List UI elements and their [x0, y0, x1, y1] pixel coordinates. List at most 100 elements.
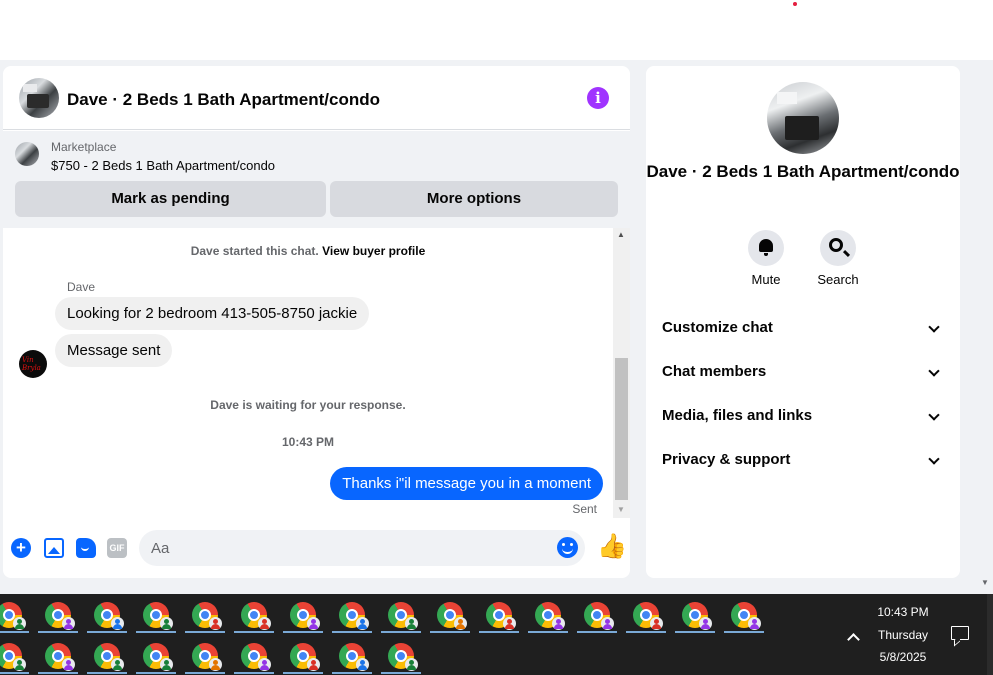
message-timestamp: 10:43 PM — [281, 435, 335, 449]
chrome-profile-icon[interactable] — [94, 602, 124, 630]
taskbar-active-indicator — [430, 631, 470, 633]
chrome-profile-icon[interactable] — [584, 602, 614, 630]
chrome-profile-icon[interactable] — [241, 602, 271, 630]
section-media-files-links[interactable]: Media, files and links — [662, 394, 944, 438]
info-icon[interactable]: i — [587, 87, 609, 109]
chat-started-text: Dave started this chat. — [190, 244, 319, 258]
chrome-profile-icon[interactable] — [45, 602, 75, 630]
more-options-button[interactable]: More options — [330, 181, 618, 217]
chat-header: Dave · 2 Beds 1 Bath Apartment/condo i — [3, 66, 630, 130]
taskbar-active-indicator — [0, 672, 29, 674]
chrome-profile-icon[interactable] — [290, 602, 320, 630]
search-label: Search — [817, 272, 859, 287]
chat-title[interactable]: Dave · 2 Beds 1 Bath Apartment/condo — [67, 90, 380, 110]
chrome-profile-icon[interactable] — [437, 602, 467, 630]
taskbar-time[interactable]: 10:43 PM — [868, 605, 938, 619]
chat-started-notice: Dave started this chat. View buyer profi… — [3, 244, 613, 258]
message-input[interactable] — [139, 530, 585, 566]
view-buyer-profile-link[interactable]: View buyer profile — [322, 244, 425, 258]
chevron-down-icon — [928, 321, 940, 333]
chrome-profile-icon[interactable] — [339, 643, 369, 671]
dave-avatar-text: Vin Bryla — [22, 356, 41, 372]
show-desktop-button[interactable] — [987, 594, 993, 675]
taskbar-active-indicator — [38, 672, 78, 674]
section-label: Privacy & support — [662, 451, 791, 468]
incoming-message[interactable]: Message sent — [55, 334, 173, 367]
taskbar-active-indicator — [234, 672, 274, 674]
chrome-profile-icon[interactable] — [192, 602, 222, 630]
chrome-profile-icon[interactable] — [633, 602, 663, 630]
chevron-down-icon — [928, 365, 940, 377]
sticker-icon[interactable] — [76, 538, 96, 558]
dave-avatar[interactable]: Vin Bryla — [19, 350, 47, 378]
thumbs-up-icon[interactable]: 👍 — [597, 534, 627, 560]
chrome-profile-icon[interactable] — [731, 602, 761, 630]
outgoing-message[interactable]: Thanks i"il message you in a moment — [330, 467, 603, 500]
mute-label: Mute — [751, 272, 781, 287]
chrome-profile-icon[interactable] — [388, 602, 418, 630]
emoji-icon[interactable] — [557, 537, 578, 558]
action-center-icon[interactable] — [951, 626, 969, 640]
search-button[interactable] — [820, 230, 856, 266]
plus-icon[interactable]: + — [11, 538, 31, 558]
section-label: Media, files and links — [662, 407, 813, 424]
marketplace-banner: Marketplace $750 - 2 Beds 1 Bath Apartme… — [3, 131, 630, 228]
listing-thumbnail[interactable] — [15, 142, 39, 166]
chrome-profile-icon[interactable] — [192, 643, 222, 671]
taskbar-active-indicator — [185, 672, 225, 674]
taskbar-active-indicator — [332, 631, 372, 633]
mute-button[interactable] — [748, 230, 784, 266]
chrome-profile-icon[interactable] — [339, 602, 369, 630]
message-composer: + GIF 👍 — [3, 526, 630, 570]
chrome-profile-icon[interactable] — [682, 602, 712, 630]
chrome-profile-icon[interactable] — [241, 643, 271, 671]
mark-as-pending-button[interactable]: Mark as pending — [15, 181, 326, 217]
attach-image-icon[interactable] — [44, 538, 64, 558]
notification-dot — [793, 2, 797, 6]
gif-icon[interactable]: GIF — [107, 538, 127, 558]
taskbar-active-indicator — [283, 672, 323, 674]
listing-title[interactable]: $750 - 2 Beds 1 Bath Apartment/condo — [51, 158, 275, 173]
listing-photo[interactable] — [767, 82, 839, 154]
section-privacy-support[interactable]: Privacy & support — [662, 438, 944, 482]
taskbar-active-indicator — [136, 672, 176, 674]
chrome-profile-icon[interactable] — [143, 643, 173, 671]
chrome-profile-icon[interactable] — [0, 643, 26, 671]
sender-name: Dave — [67, 280, 96, 294]
chrome-profile-icon[interactable] — [94, 643, 124, 671]
chrome-profile-icon[interactable] — [143, 602, 173, 630]
listing-avatar[interactable] — [19, 78, 59, 118]
chrome-profile-icon[interactable] — [290, 643, 320, 671]
chevron-down-icon — [928, 409, 940, 421]
message-scrollbar[interactable]: ▲ ▼ — [613, 228, 630, 518]
taskbar-active-indicator — [381, 631, 421, 633]
chat-details-panel: Dave · 2 Beds 1 Bath Apartment/condo Mut… — [646, 66, 960, 578]
chrome-profile-icon[interactable] — [535, 602, 565, 630]
search-icon — [829, 238, 843, 252]
section-chat-members[interactable]: Chat members — [662, 350, 944, 394]
taskbar-date[interactable]: 5/8/2025 — [868, 650, 938, 664]
details-title: Dave · 2 Beds 1 Bath Apartment/condo — [646, 162, 960, 181]
chevron-down-icon — [928, 453, 940, 465]
section-label: Chat members — [662, 363, 767, 380]
chrome-profile-icon[interactable] — [388, 643, 418, 671]
chrome-profile-icon[interactable] — [0, 602, 26, 630]
taskbar-active-indicator — [136, 631, 176, 633]
message-list: Dave started this chat. View buyer profi… — [3, 228, 613, 518]
marketplace-label: Marketplace — [51, 140, 117, 154]
scroll-up-arrow[interactable]: ▲ — [617, 230, 625, 239]
scrollbar-thumb[interactable] — [615, 358, 628, 500]
taskbar-active-indicator — [626, 631, 666, 633]
taskbar-active-indicator — [283, 631, 323, 633]
taskbar-active-indicator — [87, 631, 127, 633]
chrome-profile-icon[interactable] — [45, 643, 75, 671]
section-customize-chat[interactable]: Customize chat — [662, 306, 944, 350]
incoming-message[interactable]: Looking for 2 bedroom 413-505-8750 jacki… — [55, 297, 370, 330]
waiting-notice: Dave is waiting for your response. — [210, 398, 406, 412]
page-scroll-down-arrow[interactable]: ▼ — [981, 578, 989, 587]
taskbar-active-indicator — [479, 631, 519, 633]
scroll-down-arrow[interactable]: ▼ — [617, 505, 625, 514]
taskbar-active-indicator — [38, 631, 78, 633]
chrome-profile-icon[interactable] — [486, 602, 516, 630]
taskbar-day[interactable]: Thursday — [868, 628, 938, 642]
